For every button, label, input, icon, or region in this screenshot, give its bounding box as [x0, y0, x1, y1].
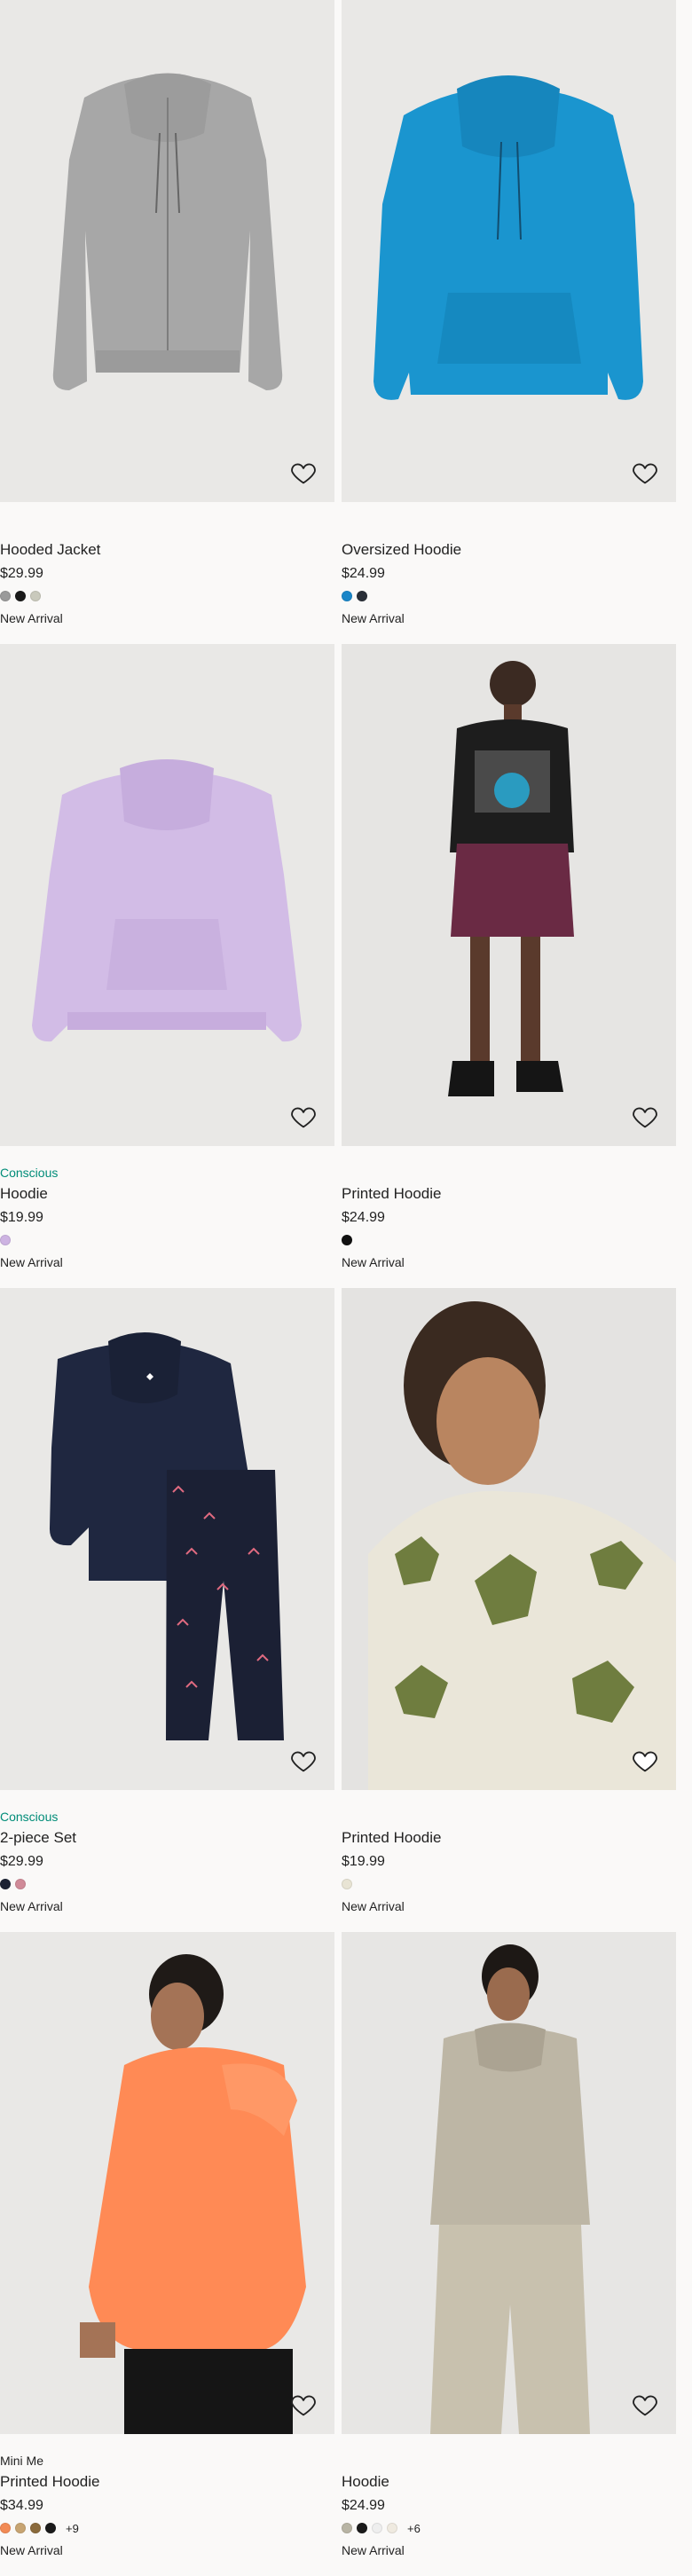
new-arrival-badge: New Arrival	[342, 1255, 405, 1269]
heart-icon	[633, 2395, 657, 2416]
color-swatch[interactable]	[342, 1235, 352, 1245]
orange-printed-hoodie-image	[80, 1954, 306, 2434]
favorite-button[interactable]	[288, 1102, 318, 1132]
favorite-button[interactable]	[630, 2390, 660, 2420]
color-swatch[interactable]	[45, 2523, 56, 2533]
product-card[interactable]: Hooded Jacket $29.99 New Arrival	[0, 0, 334, 644]
product-image[interactable]	[0, 644, 334, 1146]
more-colors-count[interactable]: +9	[66, 2522, 79, 2535]
product-image[interactable]	[342, 1288, 676, 1790]
color-swatch[interactable]	[0, 1235, 11, 1245]
new-arrival-badge: New Arrival	[342, 2543, 405, 2557]
model-printed-hoodie-image	[448, 661, 574, 1096]
favorite-button[interactable]	[288, 458, 318, 488]
product-price: $19.99	[342, 1854, 385, 1869]
heart-icon	[633, 463, 657, 484]
new-arrival-badge: New Arrival	[342, 611, 405, 625]
color-swatches	[342, 1879, 676, 1889]
heart-icon	[633, 1107, 657, 1128]
heart-icon	[291, 1751, 316, 1772]
favorite-button[interactable]	[630, 1102, 660, 1132]
product-card[interactable]: Oversized Hoodie $24.99 New Arrival	[342, 0, 676, 644]
product-grid: Hooded Jacket $29.99 New Arrival Oversiz…	[0, 0, 676, 2576]
product-image[interactable]	[342, 1932, 676, 2434]
color-swatch[interactable]	[387, 2523, 397, 2533]
color-swatch[interactable]	[30, 591, 41, 601]
color-swatches: +6	[342, 2522, 676, 2535]
product-card[interactable]: Printed Hoodie $19.99 New Arrival	[342, 1288, 676, 1932]
color-swatch[interactable]	[15, 591, 26, 601]
favorite-button[interactable]	[630, 1746, 660, 1776]
product-price: $34.99	[0, 2498, 43, 2513]
product-price: $29.99	[0, 566, 43, 581]
color-swatch[interactable]	[0, 591, 11, 601]
product-tag: Conscious	[0, 1166, 59, 1180]
child-dinosaur-hoodie-image	[368, 1301, 676, 1790]
product-image[interactable]	[342, 644, 676, 1146]
new-arrival-badge: New Arrival	[0, 1255, 63, 1269]
grey-hooded-jacket-image	[52, 73, 283, 390]
product-tag: Mini Me	[0, 2454, 44, 2468]
color-swatches	[0, 1879, 334, 1889]
product-card[interactable]: Printed Hoodie $24.99 New Arrival	[342, 644, 676, 1288]
product-price: $19.99	[0, 1210, 43, 1225]
product-card[interactable]: Mini Me Printed Hoodie $34.99 +9 New Arr…	[0, 1932, 334, 2576]
new-arrival-badge: New Arrival	[0, 611, 63, 625]
product-image[interactable]	[0, 1932, 334, 2434]
product-name[interactable]: Printed Hoodie	[342, 1829, 676, 1847]
beige-hoodie-image	[430, 1944, 590, 2434]
product-name[interactable]: Printed Hoodie	[342, 1185, 676, 1203]
color-swatches	[0, 1235, 334, 1245]
product-name[interactable]: Hoodie	[0, 1185, 334, 1203]
more-colors-count[interactable]: +6	[407, 2522, 421, 2535]
product-tag: Conscious	[0, 1810, 59, 1824]
product-image[interactable]	[0, 0, 334, 502]
favorite-button[interactable]	[630, 458, 660, 488]
color-swatches: +9	[0, 2522, 334, 2535]
new-arrival-badge: New Arrival	[342, 1899, 405, 1913]
color-swatches	[342, 591, 676, 601]
new-arrival-badge: New Arrival	[0, 1899, 63, 1913]
product-name[interactable]: 2-piece Set	[0, 1829, 334, 1847]
product-card[interactable]: Conscious Hoodie $19.99 New Arrival	[0, 644, 334, 1288]
product-card[interactable]: Conscious 2-piece Set $29.99 New Arrival	[0, 1288, 334, 1932]
color-swatch[interactable]	[372, 2523, 382, 2533]
navy-2-piece-set-image	[49, 1332, 284, 1740]
color-swatch[interactable]	[30, 2523, 41, 2533]
color-swatch[interactable]	[15, 2523, 26, 2533]
color-swatch[interactable]	[342, 1879, 352, 1889]
product-name[interactable]: Oversized Hoodie	[342, 541, 676, 559]
favorite-button[interactable]	[288, 1746, 318, 1776]
favorite-button[interactable]	[288, 2390, 318, 2420]
product-price: $24.99	[342, 1210, 385, 1225]
product-name[interactable]: Hoodie	[342, 2473, 676, 2491]
lilac-hoodie-image	[32, 759, 302, 1042]
color-swatch[interactable]	[0, 2523, 11, 2533]
color-swatch[interactable]	[357, 2523, 367, 2533]
product-price: $24.99	[342, 2498, 385, 2513]
color-swatches	[342, 1235, 676, 1245]
color-swatches	[0, 591, 334, 601]
heart-icon	[291, 1107, 316, 1128]
new-arrival-badge: New Arrival	[0, 2543, 63, 2557]
product-price: $29.99	[0, 1854, 43, 1869]
product-image[interactable]	[0, 1288, 334, 1790]
color-swatch[interactable]	[342, 2523, 352, 2533]
color-swatch[interactable]	[0, 1879, 11, 1889]
product-price: $24.99	[342, 566, 385, 581]
heart-icon	[291, 463, 316, 484]
color-swatch[interactable]	[15, 1879, 26, 1889]
product-name[interactable]: Printed Hoodie	[0, 2473, 334, 2491]
heart-icon	[291, 2395, 316, 2416]
blue-oversized-hoodie-image	[374, 75, 643, 400]
heart-icon	[633, 1751, 657, 1772]
product-image[interactable]	[342, 0, 676, 502]
product-card[interactable]: Hoodie $24.99 +6 New Arrival	[342, 1932, 676, 2576]
product-name[interactable]: Hooded Jacket	[0, 541, 334, 559]
color-swatch[interactable]	[357, 591, 367, 601]
color-swatch[interactable]	[342, 591, 352, 601]
